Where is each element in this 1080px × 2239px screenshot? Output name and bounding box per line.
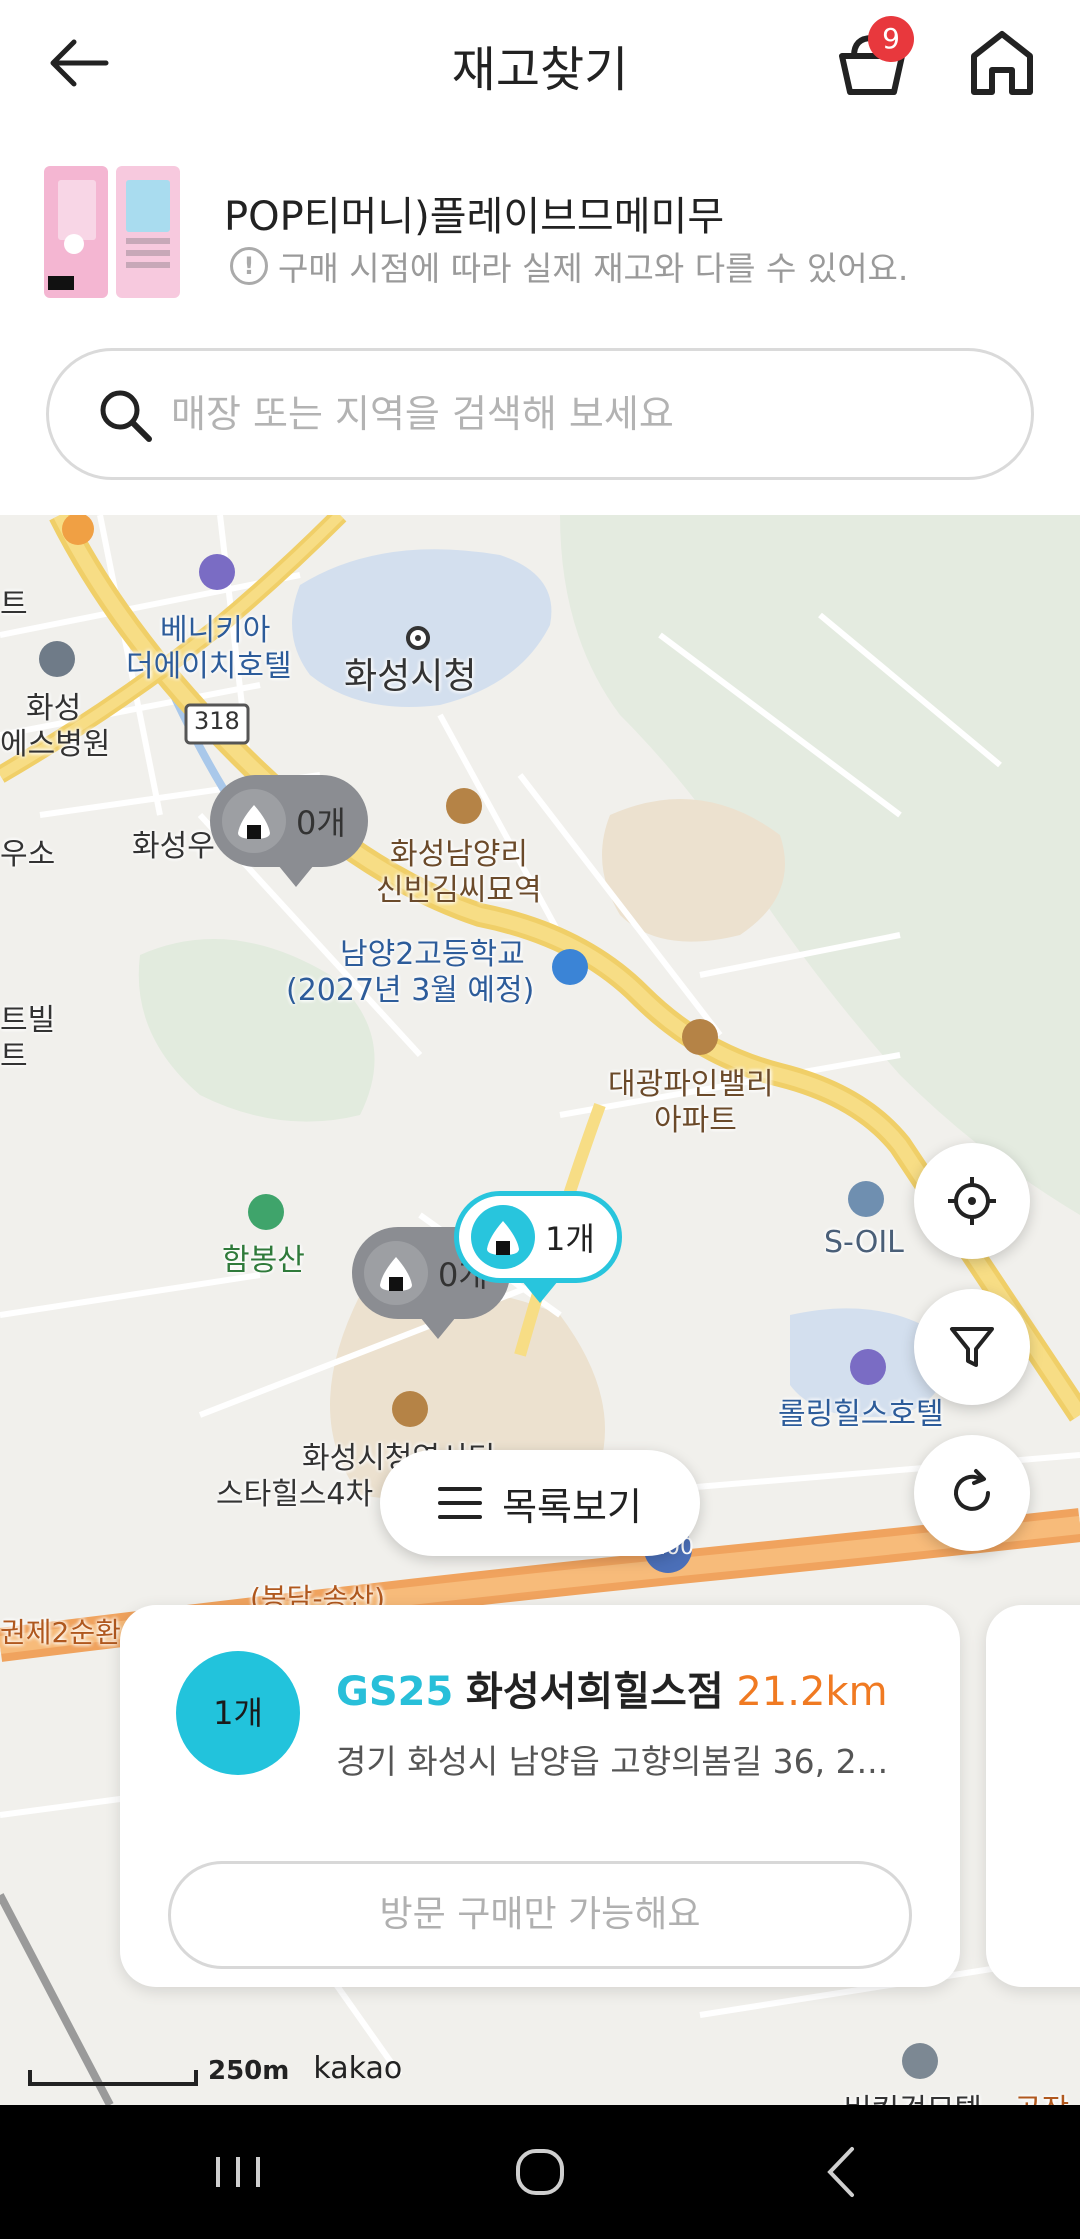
recent-apps-icon	[216, 2157, 260, 2187]
map-label: 버킹검모텔	[844, 2085, 982, 2105]
store-brand: GS25	[336, 1669, 454, 1715]
visit-only-button[interactable]: 방문 구매만 가능해요	[168, 1861, 912, 1969]
map-label: 아파트	[654, 1103, 737, 1138]
header: 재고찾기 9	[0, 0, 1080, 130]
system-navigation-bar	[0, 2105, 1080, 2239]
map-label: 트	[0, 587, 28, 622]
recent-apps-button[interactable]	[198, 2135, 278, 2209]
map-label: (2027년 3월 예정)	[286, 973, 535, 1008]
store-pin-count: 0개	[296, 804, 346, 842]
scale-label: 250m	[208, 2056, 290, 2086]
store-stock-count: 1개	[176, 1651, 300, 1775]
crosshair-icon	[948, 1177, 996, 1225]
stock-notice: ! 구매 시점에 따라 실제 재고와 다를 수 있어요.	[230, 242, 908, 290]
pin-tail	[278, 865, 314, 887]
map-label: 트	[0, 1039, 28, 1074]
map-label: 에스병원	[0, 727, 111, 762]
map-label: 스타힐스4차	[216, 1477, 374, 1512]
map-label: 화성우	[132, 829, 215, 864]
store-address: 경기 화성시 남양읍 고향의봄길 36, 2...	[336, 1742, 889, 1781]
map-label: 우소	[0, 837, 56, 872]
filter-button[interactable]	[914, 1289, 1030, 1405]
pin-tail	[420, 1317, 456, 1339]
map-label: 화성시청	[344, 656, 477, 697]
home-circle-icon	[516, 2149, 564, 2195]
home-button[interactable]	[964, 24, 1040, 100]
store-pin[interactable]: 0개	[210, 775, 368, 867]
map-label: S-OIL	[824, 1225, 904, 1260]
store-name: 화성서희힐스점	[466, 1669, 724, 1715]
map-label: 공장	[1014, 2085, 1069, 2105]
rice-ball-icon	[471, 1205, 535, 1269]
product-thumbnail	[44, 166, 180, 298]
back-chevron-icon	[827, 2147, 854, 2197]
info-icon: !	[230, 247, 268, 285]
store-distance: 21.2km	[736, 1669, 888, 1715]
scale-bar	[28, 2070, 198, 2086]
list-view-label: 목록보기	[502, 1484, 642, 1529]
store-map[interactable]: 트 베니키아 더에이치호텔 화성시청 화성 에스병원 318 화성우 우소 화성…	[0, 515, 1080, 2105]
store-card[interactable]: 1개 GS25 화성서희힐스점 21.2km 경기 화성시 남양읍 고향의봄길 …	[120, 1605, 960, 1987]
map-label: 더에이치호텔	[126, 649, 292, 684]
map-label: 권제2순환	[0, 1616, 121, 1649]
my-location-button[interactable]	[914, 1143, 1030, 1259]
stock-notice-text: 구매 시점에 따라 실제 재고와 다를 수 있어요.	[278, 249, 909, 288]
map-label: 롤링힐스호텔	[778, 1397, 944, 1432]
filter-icon	[950, 1327, 994, 1367]
store-pin-selected[interactable]: 1개	[454, 1191, 622, 1283]
rice-ball-icon	[364, 1241, 428, 1305]
rice-ball-icon	[222, 789, 286, 853]
home-icon	[971, 31, 1033, 95]
map-scale: 250m kakao	[28, 2051, 402, 2086]
next-store-card[interactable]	[986, 1605, 1080, 1987]
list-view-button[interactable]: 목록보기	[380, 1450, 700, 1556]
map-provider-logo: kakao	[313, 2051, 403, 2086]
store-pin-count: 1개	[545, 1220, 595, 1258]
road-number-label: 318	[194, 707, 240, 735]
refresh-button[interactable]	[914, 1435, 1030, 1551]
product-info: POP티머니)플레이브므메미무 ! 구매 시점에 따라 실제 재고와 다를 수 …	[0, 150, 1080, 310]
store-title: GS25 화성서희힐스점 21.2km	[336, 1659, 888, 1717]
home-nav-button[interactable]	[500, 2135, 580, 2209]
menu-icon	[438, 1487, 483, 1519]
product-name: POP티머니)플레이브므메미무	[224, 194, 725, 240]
pin-tail	[522, 1281, 558, 1303]
map-label: 함봉산	[222, 1243, 305, 1278]
search-input[interactable]	[171, 381, 991, 447]
map-label: 신빈김씨묘역	[376, 873, 542, 908]
cart-count-badge: 9	[868, 16, 914, 62]
back-nav-button[interactable]	[802, 2135, 882, 2209]
search-bar[interactable]	[46, 348, 1034, 480]
refresh-icon	[954, 1469, 990, 1511]
search-icon	[100, 390, 152, 442]
page-title: 재고찾기	[451, 42, 629, 98]
